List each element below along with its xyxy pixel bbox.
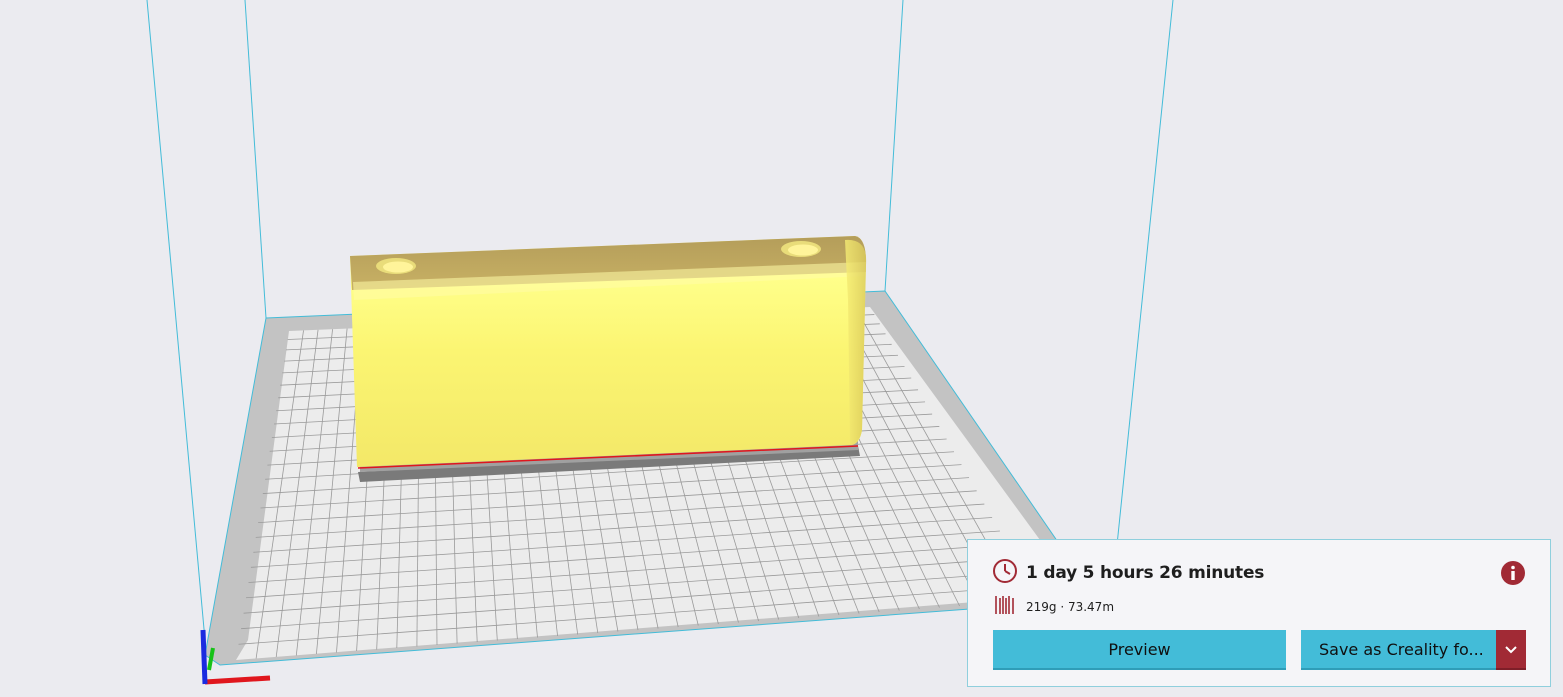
preview-button[interactable]: Preview: [993, 630, 1286, 670]
material-usage-text: 219g · 73.47m: [1026, 600, 1115, 614]
info-icon[interactable]: [1500, 560, 1526, 586]
print-time-row: 1 day 5 hours 26 minutes: [992, 558, 1265, 588]
filament-spool-icon: [994, 594, 1016, 620]
chevron-down-icon: [1504, 640, 1518, 659]
print-summary-panel: 1 day 5 hours 26 minutes 219g · 73.47m P…: [967, 539, 1551, 687]
clock-icon: [992, 558, 1018, 588]
print-time-text: 1 day 5 hours 26 minutes: [1026, 563, 1265, 583]
yellow-block-model[interactable]: [350, 236, 867, 482]
save-button[interactable]: Save as Creality fo...: [1301, 630, 1496, 670]
material-usage-row: 219g · 73.47m: [994, 596, 1114, 618]
save-options-dropdown[interactable]: [1496, 630, 1526, 670]
